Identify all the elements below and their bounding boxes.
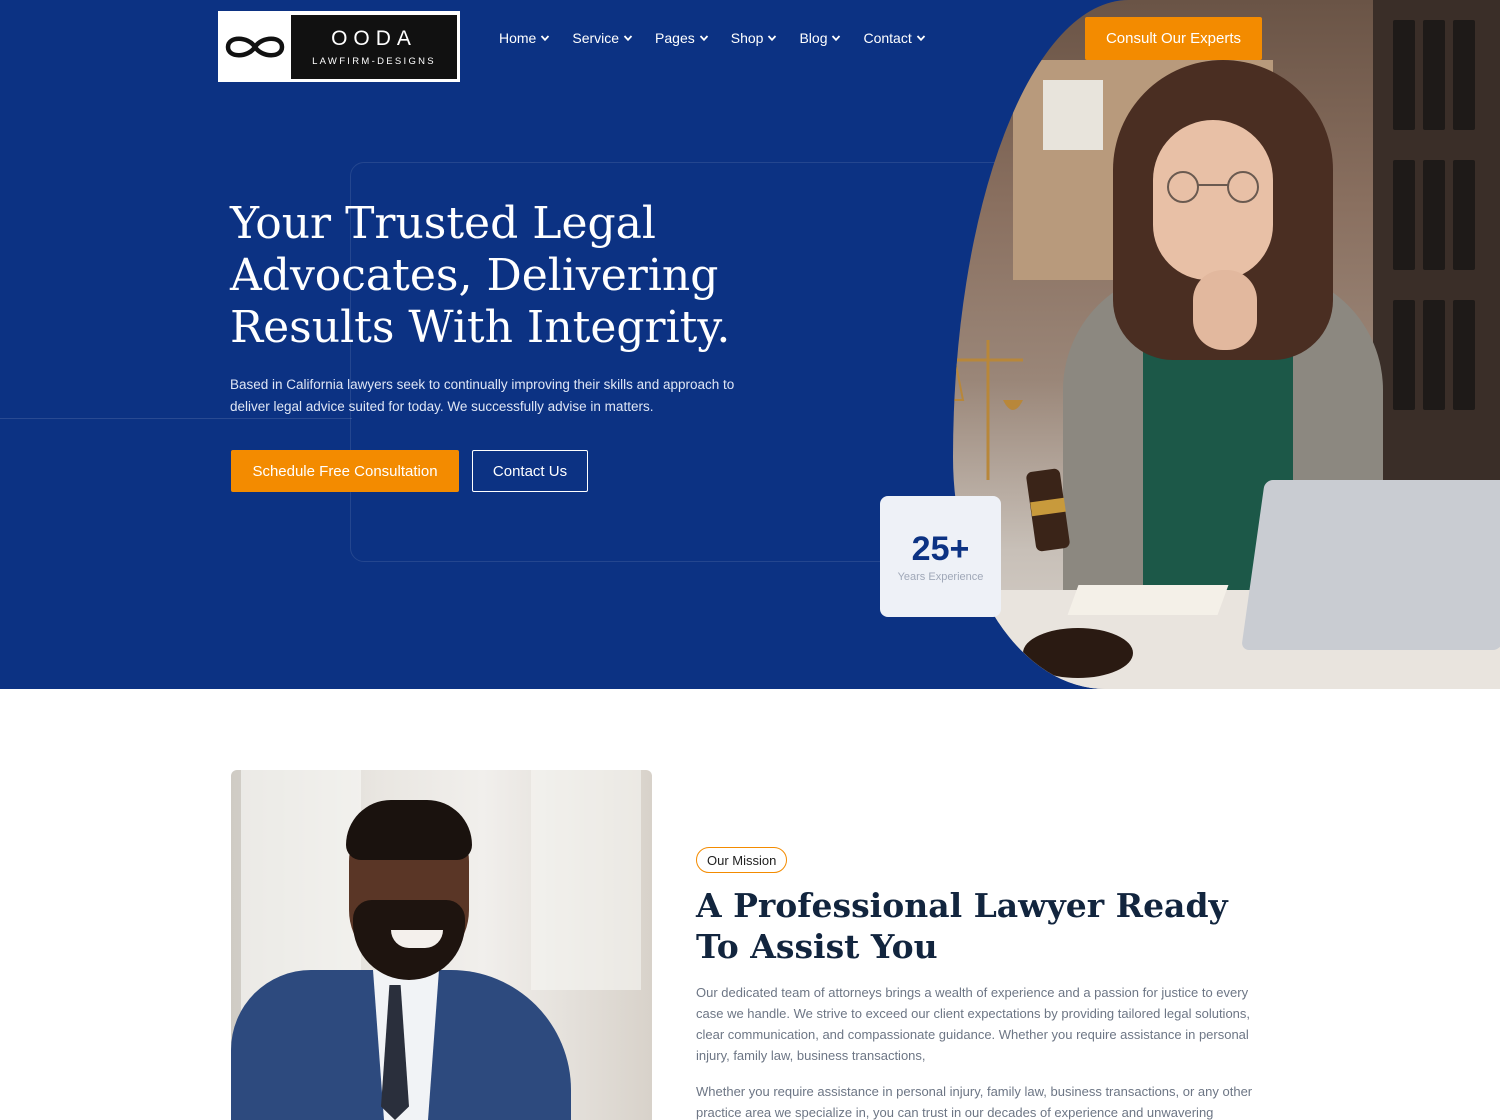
experience-label: Years Experience: [897, 571, 984, 583]
nav-item-label: Blog: [799, 30, 828, 46]
main-nav: Home Service Pages Shop Blog Contact: [499, 30, 948, 46]
nav-item-pages[interactable]: Pages: [655, 30, 709, 46]
nav-item-label: Contact: [863, 30, 912, 46]
contact-us-button[interactable]: Contact Us: [472, 450, 588, 492]
hero-lawyer-photo: [953, 0, 1500, 689]
infinity-icon: [219, 12, 291, 81]
hero-section: OODA LAWFIRM-DESIGNS Home Service Pages …: [0, 0, 1500, 689]
mission-paragraph-1: Our dedicated team of attorneys brings a…: [696, 985, 1251, 1063]
mission-badge: Our Mission: [696, 847, 788, 873]
nav-item-contact[interactable]: Contact: [863, 30, 925, 46]
logo-wordmark: OODA LAWFIRM-DESIGNS: [291, 15, 457, 79]
experience-value: 25+: [911, 530, 970, 568]
lawyer-portrait-photo: [231, 770, 652, 1120]
mission-paragraph-2: Whether you require assistance in person…: [696, 1084, 1253, 1120]
brand-name: OODA: [331, 27, 417, 50]
nav-item-service[interactable]: Service: [572, 30, 633, 46]
chevron-down-icon: [768, 35, 777, 42]
chevron-down-icon: [623, 35, 633, 42]
nav-item-label: Shop: [730, 30, 764, 46]
experience-stat-card: 25+ Years Experience: [880, 496, 1001, 617]
brand-tagline: LAWFIRM-DESIGNS: [312, 56, 436, 67]
chevron-down-icon: [832, 35, 841, 42]
nav-item-label: Service: [572, 30, 620, 46]
glasses-icon: [1167, 171, 1259, 203]
chevron-down-icon: [541, 35, 550, 42]
chevron-down-icon: [699, 35, 708, 42]
hero-title: Your Trusted Legal Advocates, Delivering…: [230, 198, 731, 353]
nav-item-home[interactable]: Home: [499, 30, 550, 46]
schedule-consultation-button[interactable]: Schedule Free Consultation: [231, 450, 459, 492]
nav-item-label: Pages: [655, 30, 695, 46]
nav-item-label: Home: [499, 30, 537, 46]
nav-item-shop[interactable]: Shop: [731, 30, 778, 46]
site-logo[interactable]: OODA LAWFIRM-DESIGNS: [218, 11, 460, 82]
consult-experts-button[interactable]: Consult Our Experts: [1085, 17, 1262, 60]
laptop: [1241, 480, 1500, 650]
hero-decorative-line: [0, 418, 352, 419]
chevron-down-icon: [916, 35, 925, 42]
section-title: A Professional Lawyer Ready To Assist Yo…: [696, 886, 1228, 966]
hero-description: Based in California lawyers seek to cont…: [230, 377, 735, 414]
justice-scale-icon: [953, 340, 1023, 480]
nav-item-blog[interactable]: Blog: [799, 30, 841, 46]
